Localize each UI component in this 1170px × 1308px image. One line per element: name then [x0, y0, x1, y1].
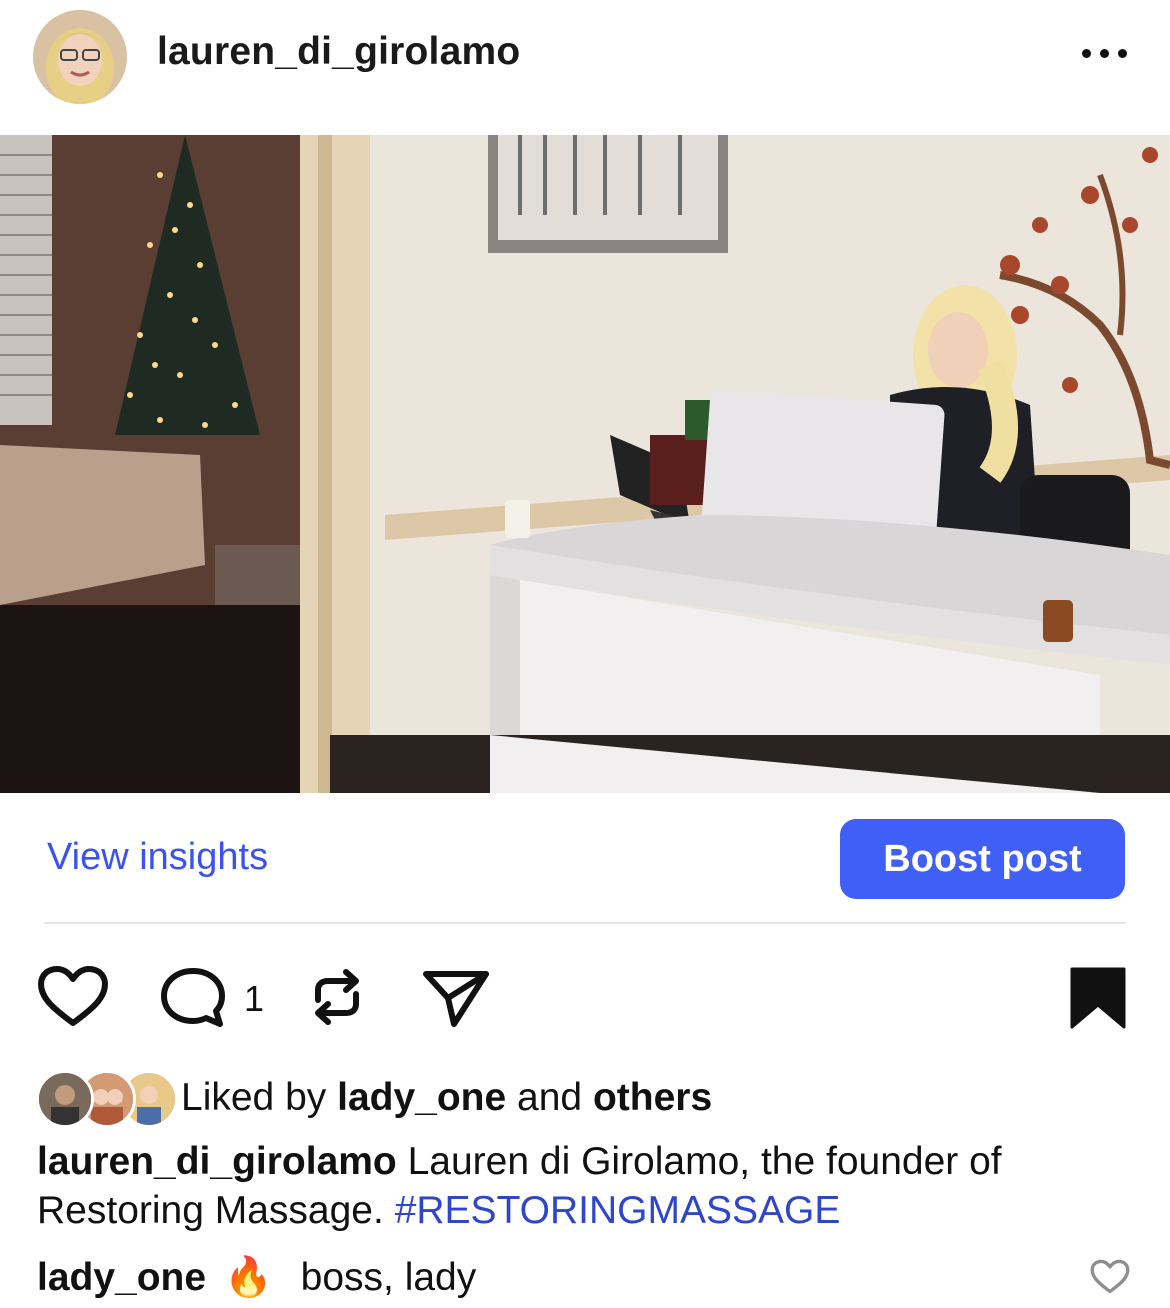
liked-by-avatars[interactable]	[36, 1070, 178, 1128]
repost-icon[interactable]	[306, 964, 368, 1035]
comment-text: boss, lady	[300, 1256, 477, 1299]
comment-count: 1	[244, 978, 265, 1019]
liked-by-user[interactable]: lady_one	[337, 1076, 506, 1119]
caption-hashtag[interactable]: #RESTORINGMASSAGE	[395, 1189, 841, 1232]
heart-icon[interactable]	[37, 965, 109, 1034]
author-username[interactable]: lauren_di_girolamo	[157, 30, 520, 74]
post-photo[interactable]	[0, 135, 1170, 793]
liked-by-text[interactable]: Liked by lady_one and others	[181, 1076, 712, 1120]
post-caption: lauren_di_girolamo Lauren di Girolamo, t…	[37, 1137, 1137, 1235]
fire-emoji: 🔥	[224, 1256, 273, 1299]
bookmark-filled-icon[interactable]	[1070, 967, 1126, 1034]
liked-by-prefix: Liked by	[181, 1076, 327, 1119]
comment-like-heart-icon[interactable]	[1090, 1259, 1130, 1300]
more-horizontal-icon[interactable]	[1080, 44, 1130, 64]
divider	[44, 922, 1126, 924]
liked-by-others[interactable]: others	[593, 1076, 712, 1119]
send-icon[interactable]	[420, 966, 492, 1035]
author-avatar[interactable]	[33, 10, 127, 104]
avatar	[36, 1070, 94, 1128]
caption-author[interactable]: lauren_di_girolamo	[37, 1140, 397, 1183]
liked-by-connector: and	[517, 1076, 583, 1119]
post-header: lauren_di_girolamo	[0, 0, 1170, 135]
comment-icon[interactable]	[159, 966, 229, 1035]
comment-author[interactable]: lady_one	[37, 1256, 206, 1299]
comment-row: lady_one 🔥 boss, lady	[37, 1254, 476, 1300]
boost-post-button[interactable]: Boost post	[840, 819, 1125, 899]
view-insights-link[interactable]: View insights	[47, 836, 268, 879]
